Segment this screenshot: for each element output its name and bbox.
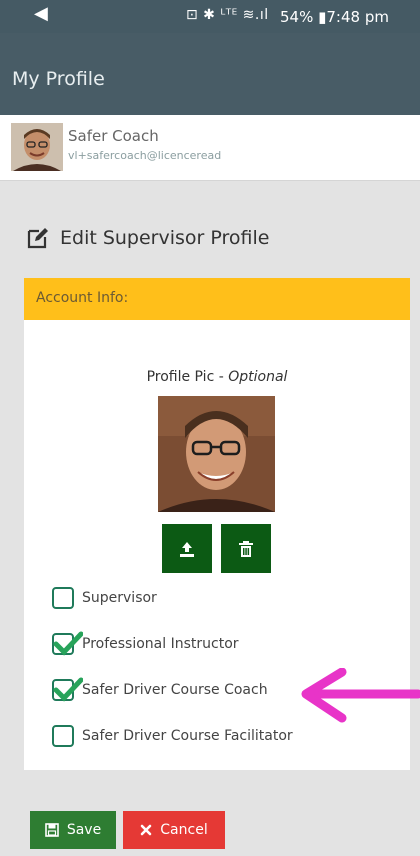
trash-icon [239,540,253,557]
save-button-label: Save [66,822,102,838]
close-icon [140,824,152,836]
checkbox-safer-driver-course-facilitator[interactable]: Safer Driver Course Facilitator [52,725,293,747]
profile-pic-label-text: Profile Pic - [146,369,229,385]
panel-header: Account Info: [24,278,410,320]
checkbox[interactable] [52,725,74,747]
section-title: Edit Supervisor Profile [26,226,269,250]
app-bar: My Profile [0,33,420,115]
cancel-button[interactable]: Cancel [123,811,225,849]
section-title-text: Edit Supervisor Profile [60,227,270,249]
checkbox-professional-instructor[interactable]: Professional Instructor [52,631,239,656]
checkbox-supervisor[interactable]: Supervisor [52,587,157,609]
status-icons: ⊡ ✱ ᴸᵀᴱ ≋.ıl [186,7,269,23]
checkbox-label: Safer Driver Course Facilitator [82,728,293,744]
user-email: vl+safercoach@licenceread [68,149,222,162]
user-name: Safer Coach [68,127,159,145]
checkbox-checked[interactable] [52,677,83,702]
profile-pic-label: Profile Pic - Optional [24,369,410,385]
save-button[interactable]: Save [30,811,116,849]
page-title: My Profile [12,68,105,90]
checkbox-checked[interactable] [52,631,83,656]
panel-header-text: Account Info: [36,290,129,306]
checkbox-label: Professional Instructor [82,636,239,652]
profile-picture [158,396,275,512]
checkmark-icon [53,631,83,656]
edit-icon [27,228,48,249]
optional-label: Optional [228,369,288,385]
upload-icon [180,541,194,557]
cancel-button-label: Cancel [160,822,208,838]
delete-photo-button[interactable] [221,524,271,573]
avatar [11,123,63,171]
status-bar: ◀ ⊡ ✱ ᴸᵀᴱ ≋.ıl 54% ▮7:48 pm [0,0,420,33]
checkbox-label: Safer Driver Course Coach [82,682,268,698]
back-arrow-icon[interactable]: ◀ [34,3,48,24]
annotation-arrow-icon [301,668,420,723]
user-card: Safer Coach vl+safercoach@licenceread [0,115,420,181]
checkbox-label: Supervisor [82,590,157,606]
upload-photo-button[interactable] [162,524,212,573]
checkmark-icon [53,677,83,702]
checkbox-safer-driver-course-coach[interactable]: Safer Driver Course Coach [52,677,268,702]
battery-time-text: 54% ▮7:48 pm [280,8,389,26]
save-icon [45,823,59,837]
checkbox[interactable] [52,587,74,609]
